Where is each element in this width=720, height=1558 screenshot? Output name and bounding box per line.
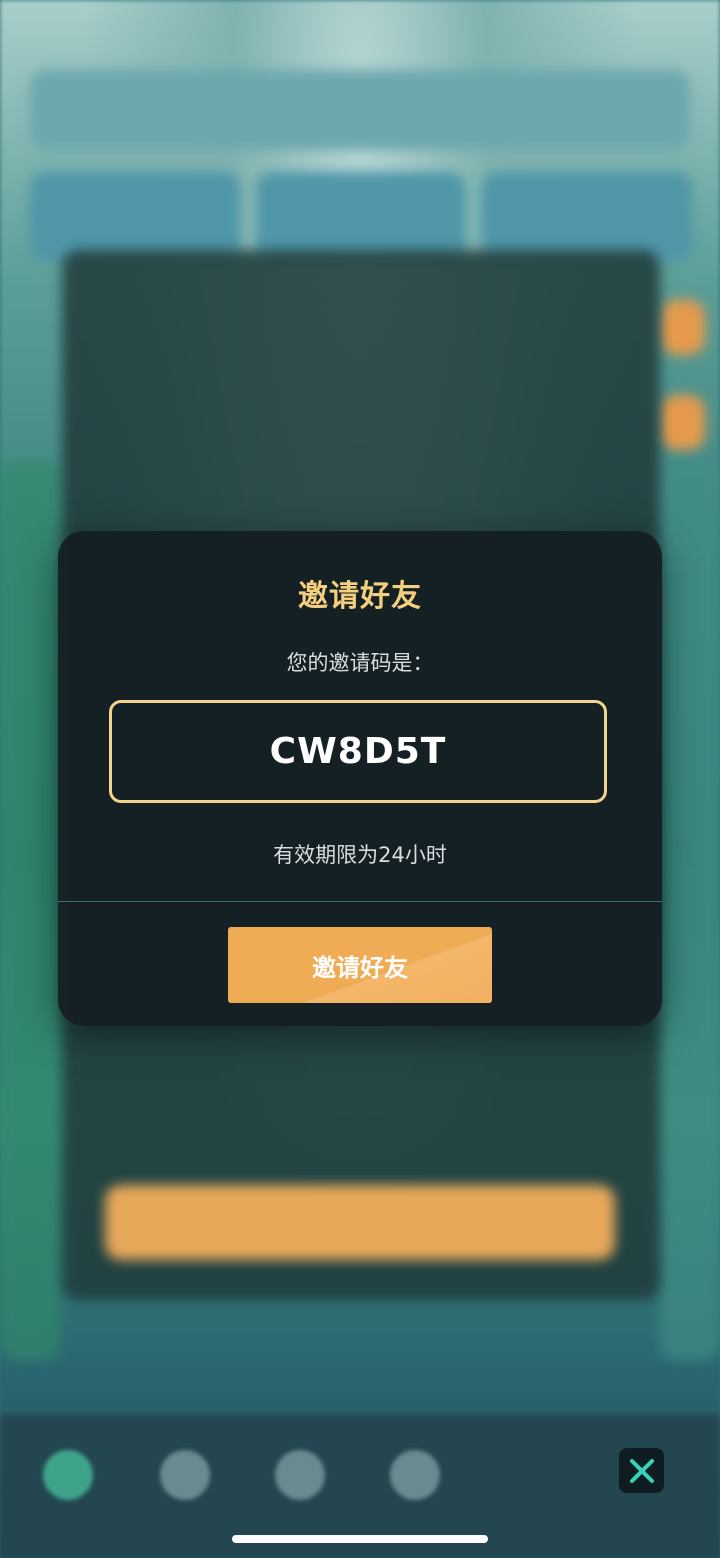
home-indicator[interactable]: [232, 1535, 488, 1543]
chat-nav-icon[interactable]: [390, 1450, 440, 1500]
divider: [58, 901, 662, 902]
close-button[interactable]: [619, 1448, 664, 1493]
close-icon: [629, 1458, 654, 1483]
home-nav-icon[interactable]: [43, 1450, 93, 1500]
background-card: [256, 172, 466, 262]
invite-dialog: 邀请好友 您的邀请码是： CW8D5T 有效期限为24小时 邀请好友: [58, 531, 662, 1026]
invite-code-value: CW8D5T: [269, 731, 447, 772]
background-side-tab: [660, 300, 705, 355]
background-button: [105, 1185, 615, 1260]
background-status-bar: [30, 70, 690, 150]
background-card: [482, 172, 692, 262]
background-card: [30, 172, 240, 262]
background-side-decor: [0, 460, 60, 1360]
dialog-title: 邀请好友: [298, 579, 422, 614]
clock-nav-icon[interactable]: [275, 1450, 325, 1500]
invite-code-label: 您的邀请码是：: [286, 651, 434, 675]
shop-nav-icon[interactable]: [160, 1450, 210, 1500]
background-side-decor: [660, 460, 720, 1360]
invite-friend-button[interactable]: 邀请好友: [228, 927, 492, 1003]
validity-text: 有效期限为24小时: [273, 843, 447, 867]
background-side-tab: [660, 395, 705, 450]
invite-code-box[interactable]: CW8D5T: [109, 700, 607, 803]
